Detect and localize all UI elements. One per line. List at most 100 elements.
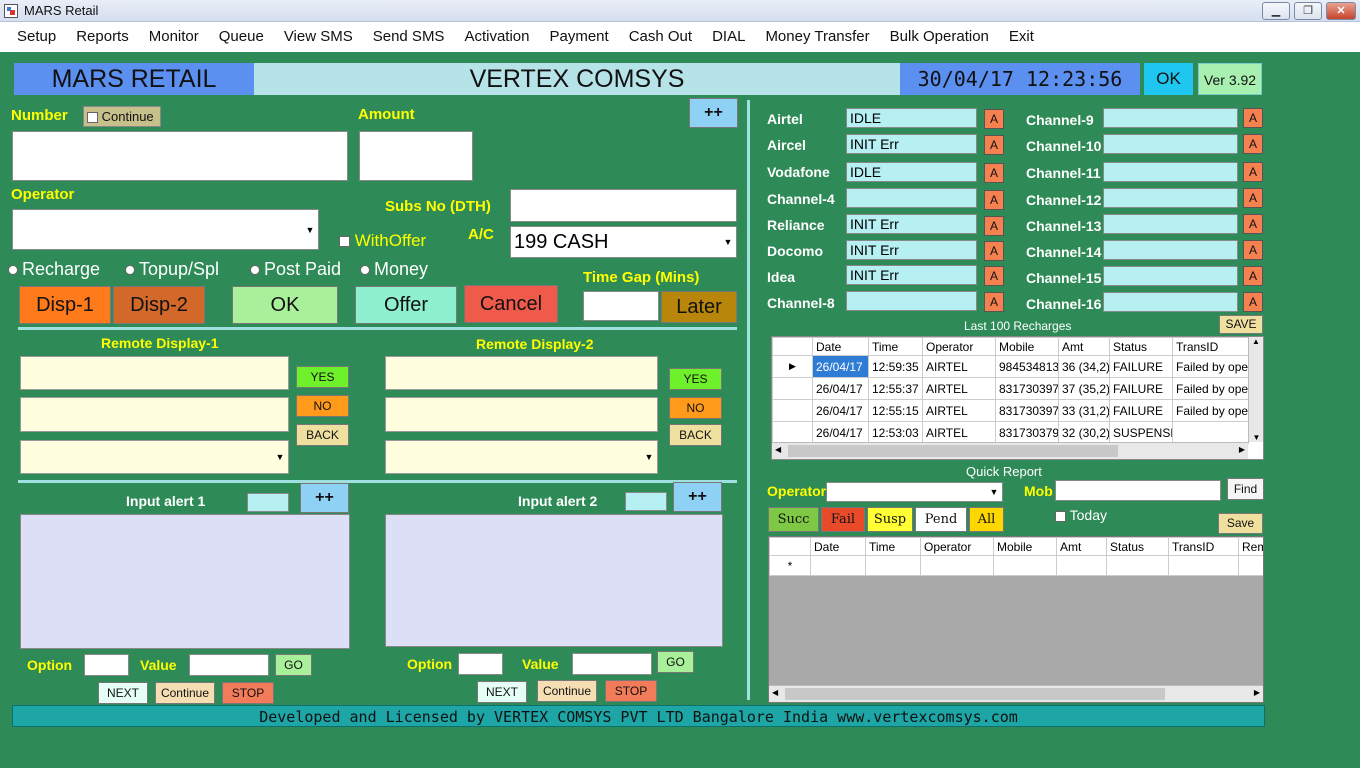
recharges-save-button[interactable]: SAVE <box>1219 315 1263 334</box>
stop2-button[interactable]: STOP <box>605 680 657 702</box>
maximize-button[interactable]: ❐ <box>1294 2 1322 20</box>
cell[interactable]: 26/04/17 <box>812 377 869 400</box>
cell[interactable] <box>1238 555 1263 576</box>
menu-reports[interactable]: Reports <box>66 22 139 52</box>
cell[interactable]: 12:53:03 <box>868 421 923 444</box>
remote2-yes-button[interactable]: YES <box>669 368 722 390</box>
channel-8-a-button[interactable]: A <box>984 292 1004 312</box>
filter-fail-button[interactable]: Fail <box>821 507 865 532</box>
value1-input[interactable] <box>189 654 269 676</box>
scroll-thumb[interactable] <box>785 688 1165 700</box>
remote2-line2[interactable] <box>385 397 658 432</box>
cell[interactable]: 12:55:15 <box>868 399 923 422</box>
cell[interactable]: SUSPENSE <box>1109 421 1173 444</box>
filter-pend-button[interactable]: Pend <box>915 507 967 532</box>
amount-input[interactable] <box>359 131 473 181</box>
col-header[interactable]: Rem <box>1238 537 1263 556</box>
radio-topup[interactable]: Topup/Spl <box>125 259 219 280</box>
filter-all-button[interactable]: All <box>969 507 1004 532</box>
channel-idea-a-button[interactable]: A <box>984 266 1004 286</box>
cell[interactable] <box>1106 555 1169 576</box>
col-header[interactable]: Status <box>1109 337 1173 356</box>
cell[interactable]: 26/04/17 <box>812 355 869 378</box>
radio-postpaid[interactable]: Post Paid <box>250 259 341 280</box>
channel-reliance-a-button[interactable]: A <box>984 216 1004 236</box>
cell[interactable]: 8317303978 <box>995 399 1059 422</box>
col-header[interactable]: Amt <box>1056 537 1107 556</box>
radio-recharge[interactable]: Recharge <box>8 259 100 280</box>
col-header[interactable]: Time <box>865 537 921 556</box>
continue2-button[interactable]: Continue <box>537 680 597 702</box>
filter-susp-button[interactable]: Susp <box>867 507 913 532</box>
recharges-grid[interactable]: Date Time Operator Mobile Amt Status Tra… <box>771 336 1264 460</box>
channel-12-a-button[interactable]: A <box>1243 188 1263 208</box>
cell[interactable]: 32 (30,2) <box>1058 421 1110 444</box>
cell[interactable] <box>993 555 1057 576</box>
menu-money-transfer[interactable]: Money Transfer <box>755 22 879 52</box>
remote1-no-button[interactable]: NO <box>296 395 349 417</box>
cell[interactable]: 36 (34,2) <box>1058 355 1110 378</box>
remote2-no-button[interactable]: NO <box>669 397 722 419</box>
channel-docomo-a-button[interactable]: A <box>984 241 1004 261</box>
cell[interactable] <box>1172 421 1249 444</box>
close-button[interactable]: ✕ <box>1326 2 1356 20</box>
channel-airtel-a-button[interactable]: A <box>984 109 1004 129</box>
disp2-button[interactable]: Disp-2 <box>113 286 205 324</box>
next1-button[interactable]: NEXT <box>98 682 148 704</box>
input-alert-1-text[interactable] <box>20 514 350 649</box>
option2-input[interactable] <box>458 653 503 675</box>
timegap-input[interactable] <box>583 291 659 321</box>
header-ok-button[interactable]: OK <box>1144 63 1193 95</box>
channel-vodafone-a-button[interactable]: A <box>984 163 1004 183</box>
today-checkbox[interactable]: Today <box>1055 507 1107 523</box>
cell[interactable]: 8317303978 <box>995 377 1059 400</box>
filter-succ-button[interactable]: Succ <box>768 507 819 532</box>
table-row[interactable]: 26/04/17 12:55:15 AIRTEL 8317303978 33 (… <box>772 399 1249 422</box>
option1-input[interactable] <box>84 654 129 676</box>
channel-11-a-button[interactable]: A <box>1243 162 1263 182</box>
quick-save-button[interactable]: Save <box>1218 513 1263 534</box>
cell[interactable]: 37 (35,2) <box>1058 377 1110 400</box>
ok-button[interactable]: OK <box>232 286 338 324</box>
find-button[interactable]: Find <box>1227 478 1264 500</box>
cell[interactable]: 8317303797 <box>995 421 1059 444</box>
channel-14-a-button[interactable]: A <box>1243 240 1263 260</box>
cell[interactable]: Failed by oper <box>1172 355 1249 378</box>
input-alert-1-counter[interactable] <box>247 493 289 512</box>
cell[interactable]: 12:59:35 <box>868 355 923 378</box>
cell[interactable]: 12:55:37 <box>868 377 923 400</box>
next2-button[interactable]: NEXT <box>477 681 527 703</box>
continue1-button[interactable]: Continue <box>155 682 215 704</box>
col-header[interactable]: Operator <box>920 537 994 556</box>
cell[interactable]: AIRTEL <box>922 355 996 378</box>
alert2-plus-button[interactable]: ++ <box>673 482 722 512</box>
go1-button[interactable]: GO <box>275 654 312 676</box>
continue-checkbox[interactable]: Continue <box>83 106 161 127</box>
col-header[interactable]: Amt <box>1058 337 1110 356</box>
cell[interactable]: 26/04/17 <box>812 421 869 444</box>
cell[interactable] <box>810 555 866 576</box>
menu-queue[interactable]: Queue <box>209 22 274 52</box>
col-header[interactable]: Status <box>1106 537 1169 556</box>
recharges-vscrollbar[interactable]: ▲ ▼ <box>1248 337 1263 442</box>
disp1-button[interactable]: Disp-1 <box>19 286 111 324</box>
cancel-button[interactable]: Cancel <box>464 285 558 323</box>
col-header[interactable]: Time <box>868 337 923 356</box>
cell[interactable]: 9845348134 <box>995 355 1059 378</box>
scroll-thumb[interactable] <box>788 445 1118 457</box>
ac-select[interactable]: 199 CASH ▼ <box>510 226 737 258</box>
cell[interactable]: FAILURE <box>1109 377 1173 400</box>
number-input[interactable] <box>12 131 348 181</box>
cell[interactable]: AIRTEL <box>922 421 996 444</box>
table-row[interactable]: ▶ 26/04/17 12:59:35 AIRTEL 9845348134 36… <box>772 355 1249 378</box>
remote2-line1[interactable] <box>385 356 658 390</box>
quick-report-grid[interactable]: Date Time Operator Mobile Amt Status Tra… <box>768 536 1264 703</box>
channel-4-a-button[interactable]: A <box>984 190 1004 210</box>
cell[interactable] <box>1168 555 1239 576</box>
quick-hscrollbar[interactable]: ◀ ▶ <box>769 685 1263 702</box>
cell[interactable]: AIRTEL <box>922 399 996 422</box>
cell[interactable] <box>1056 555 1107 576</box>
menu-activation[interactable]: Activation <box>454 22 539 52</box>
cell[interactable] <box>920 555 994 576</box>
remote1-line2[interactable] <box>20 397 289 432</box>
